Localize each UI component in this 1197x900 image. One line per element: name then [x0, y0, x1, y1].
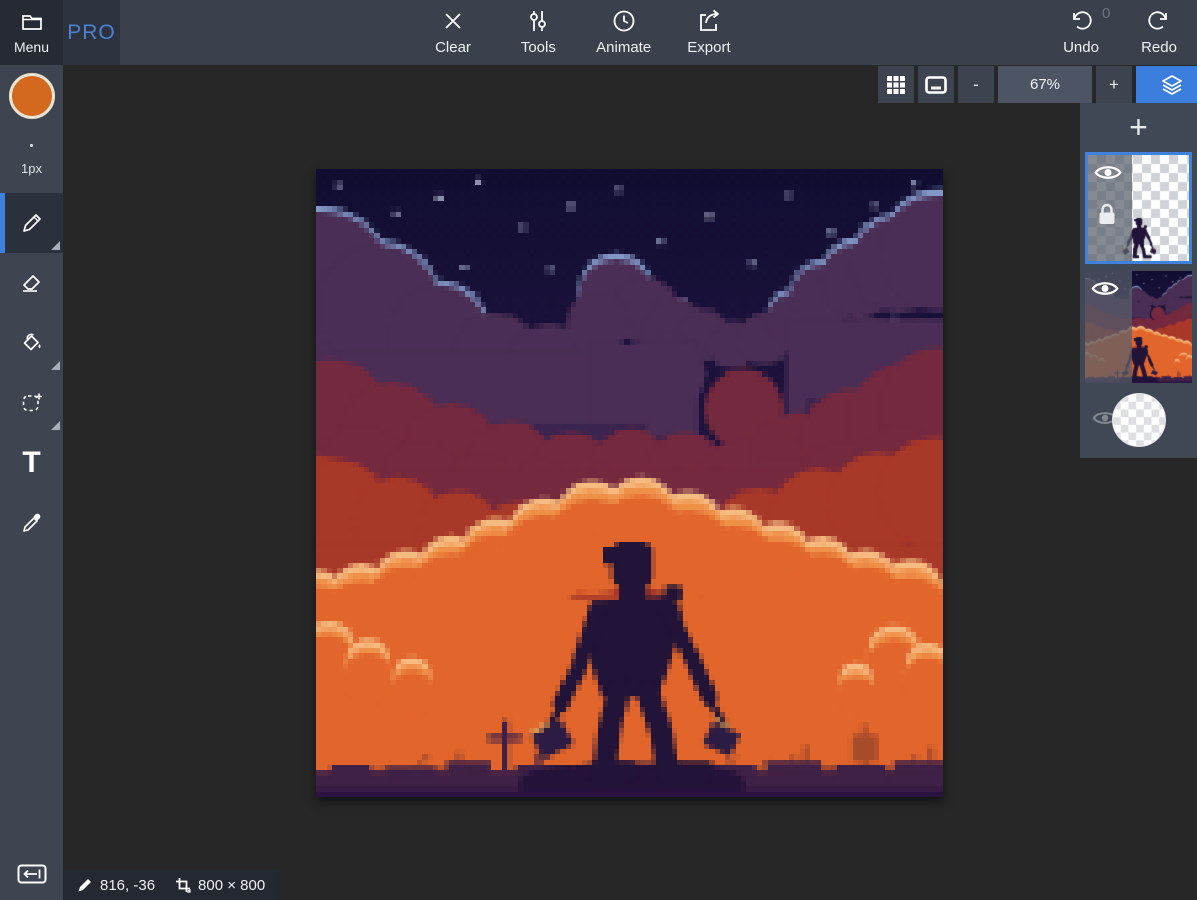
export-label: Export [687, 39, 730, 56]
tools-sliders-icon [526, 9, 550, 33]
sidebar-spacer [0, 553, 63, 848]
tool-pencil[interactable] [0, 193, 63, 253]
undo-icon [1069, 9, 1093, 33]
zoom-in-button[interactable]: + [1096, 66, 1132, 103]
zoom-out-button[interactable]: - [958, 66, 994, 103]
selection-icon [20, 391, 44, 415]
pencil-icon [20, 211, 44, 235]
layer-2-thumbnail[interactable] [1085, 271, 1192, 383]
fill-bucket-icon [20, 331, 44, 355]
undo-label: Undo [1063, 39, 1099, 56]
tool-fill[interactable] [0, 313, 63, 373]
menu-label: Menu [14, 39, 49, 55]
tool-options-marker [51, 241, 60, 250]
visibility-eye-icon[interactable] [1094, 163, 1122, 182]
tool-options-marker [51, 361, 60, 370]
top-toolbar: Menu PRO Clear Tools [0, 0, 1197, 65]
status-bar: 816, -36 800 × 800 [63, 870, 279, 900]
eyedropper-icon [20, 511, 44, 535]
layers-toggle-button[interactable] [1136, 66, 1197, 103]
collapse-icon [17, 864, 47, 884]
frame-icon [925, 76, 947, 94]
layer-gap [1080, 264, 1197, 271]
tools-button[interactable]: Tools [505, 0, 571, 65]
folder-icon [20, 10, 44, 34]
visibility-eye-icon[interactable] [1091, 279, 1119, 298]
pro-badge: PRO [63, 0, 120, 65]
background-preview [1113, 394, 1165, 446]
brush-size-cell[interactable]: 1px [0, 127, 63, 193]
preview-frame-button[interactable] [918, 66, 954, 103]
canvas-size: 800 × 800 [198, 877, 265, 894]
redo-label: Redo [1141, 39, 1177, 56]
animate-button[interactable]: Animate [591, 0, 657, 65]
brush-size-dot [30, 144, 33, 147]
tool-eyedropper[interactable] [0, 493, 63, 553]
collapse-sidebar-button[interactable] [0, 848, 63, 900]
layer-1-thumbnail[interactable] [1085, 152, 1192, 264]
tool-sidebar: 1px [0, 65, 63, 900]
export-button[interactable]: Export [676, 0, 742, 65]
zoom-level[interactable]: 67% [998, 66, 1092, 103]
layers-panel: + [1080, 103, 1197, 458]
cursor-position: 816, -36 [100, 877, 155, 894]
tools-label: Tools [521, 39, 556, 56]
lock-icon[interactable] [1097, 203, 1117, 226]
brush-size-label: 1px [21, 161, 42, 176]
background-layer-thumbnail[interactable] [1112, 393, 1166, 447]
toolbar-actions: Clear Tools Animate [420, 0, 742, 65]
drawing-canvas[interactable] [316, 169, 943, 797]
crop-status-icon [175, 877, 191, 893]
pencil-status-icon [77, 877, 93, 893]
menu-button[interactable]: Menu [0, 0, 63, 65]
redo-button[interactable]: Redo [1126, 0, 1192, 65]
redo-icon [1147, 9, 1171, 33]
clock-icon [612, 9, 636, 33]
tool-select[interactable] [0, 373, 63, 433]
color-swatch[interactable] [9, 73, 55, 119]
clear-label: Clear [435, 39, 471, 56]
view-controls: - 67% + [878, 66, 1197, 103]
canvas-size-group: 800 × 800 [175, 877, 265, 894]
app-window: Menu PRO Clear Tools [0, 0, 1197, 900]
eraser-icon [20, 271, 44, 295]
text-tool-icon: T [22, 448, 40, 478]
tool-options-marker [51, 421, 60, 430]
background-layer-row[interactable] [1080, 383, 1197, 458]
clear-button[interactable]: Clear [420, 0, 486, 65]
share-export-icon [697, 9, 721, 33]
layers-icon [1160, 73, 1184, 97]
add-layer-button[interactable]: + [1080, 103, 1197, 152]
color-swatch-cell [0, 65, 63, 127]
undo-count-badge: 0 [1102, 5, 1110, 22]
tool-text[interactable]: T [0, 433, 63, 493]
grid-icon [886, 75, 906, 95]
animate-label: Animate [596, 39, 651, 56]
clear-x-icon [441, 9, 465, 33]
cursor-position-group: 816, -36 [77, 877, 155, 894]
grid-toggle-button[interactable] [878, 66, 914, 103]
tool-eraser[interactable] [0, 253, 63, 313]
